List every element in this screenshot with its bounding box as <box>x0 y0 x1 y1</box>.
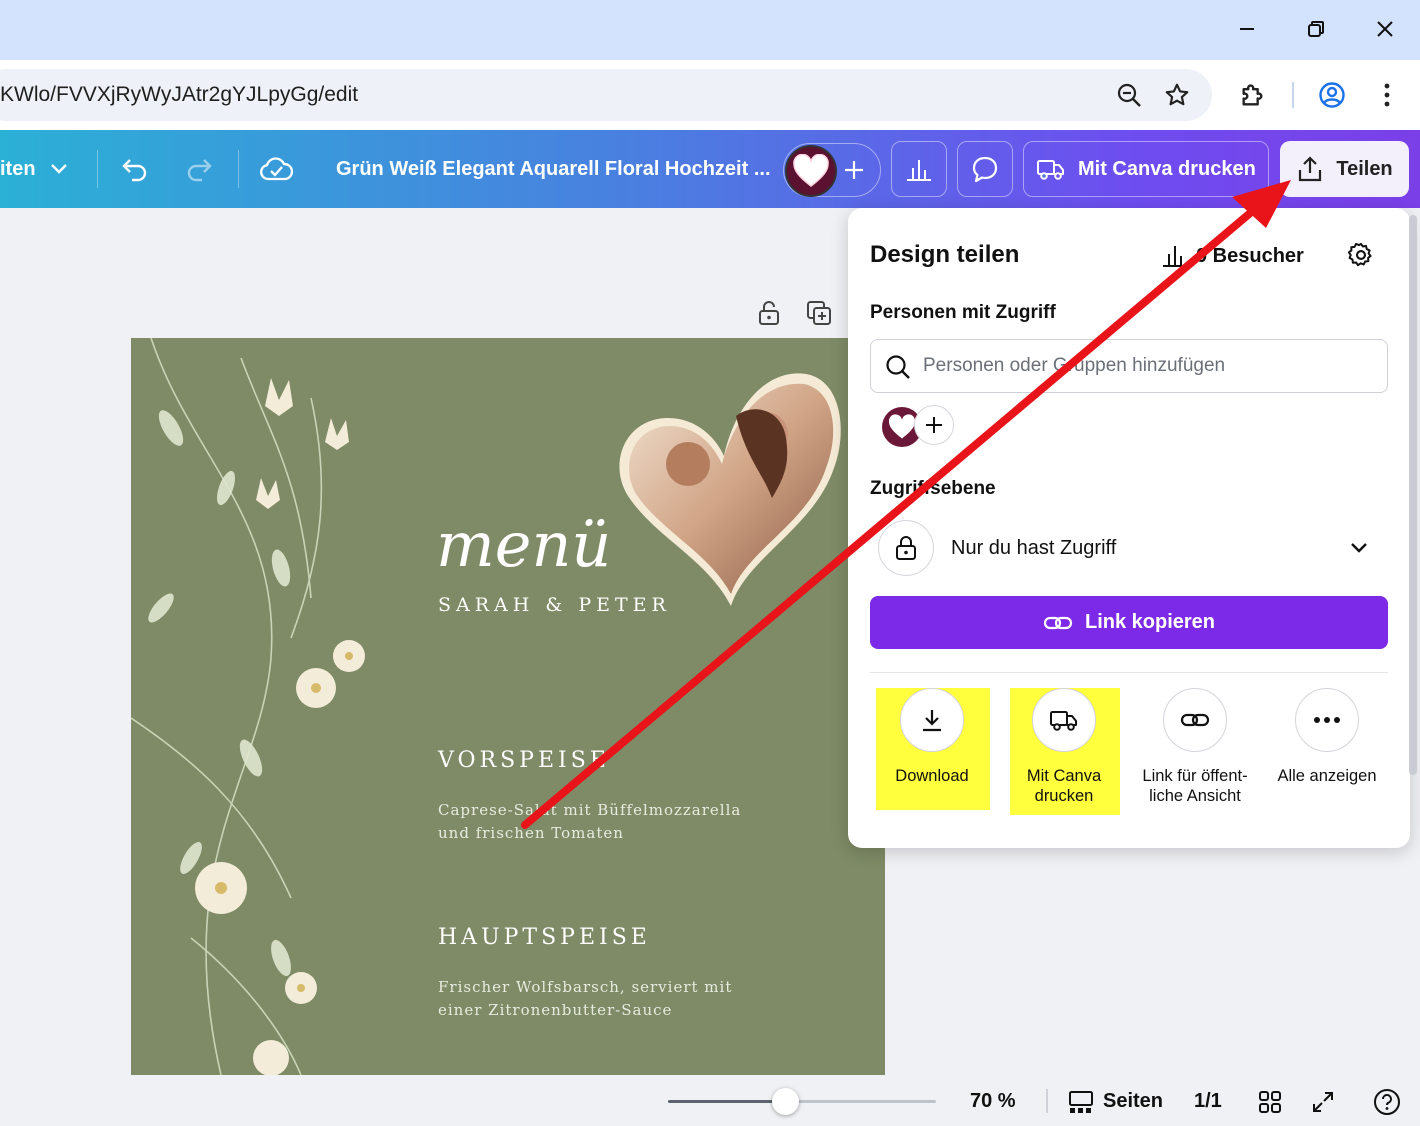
copy-link-button[interactable]: Link kopieren <box>870 596 1388 649</box>
pages-menu-label: iten <box>0 158 36 180</box>
floral-decoration-illustration <box>131 338 365 1075</box>
people-access-label: Personen mit Zugriff <box>870 302 1056 323</box>
divider <box>1046 1089 1048 1113</box>
toolbar-divider <box>1292 82 1294 108</box>
action-label: Link für öffent- liche Ansicht <box>1142 766 1247 806</box>
extensions-puzzle-icon[interactable] <box>1238 80 1268 110</box>
zoom-slider[interactable] <box>668 1100 936 1103</box>
action-label-line: drucken <box>1034 787 1094 805</box>
pages-button[interactable]: Seiten <box>1103 1076 1163 1126</box>
comments-button[interactable] <box>957 141 1013 197</box>
truck-icon <box>1032 688 1096 752</box>
share-panel: Design teilen 0 Besucher Personen mit Zu… <box>848 208 1410 848</box>
pages-view-icon[interactable] <box>1066 1088 1096 1116</box>
zoom-out-icon[interactable] <box>1114 80 1144 110</box>
action-label: Mit Canva drucken <box>1027 766 1101 806</box>
close-icon[interactable] <box>1368 12 1402 46</box>
visitors-button[interactable]: 0 Besucher <box>1162 244 1304 268</box>
access-value: Nur du hast Zugriff <box>951 537 1117 559</box>
bookmark-star-icon[interactable] <box>1162 80 1192 110</box>
bottom-bar: 70 % Seiten 1/1 <box>0 1076 1420 1126</box>
toolbar-divider <box>238 150 239 188</box>
menu-title[interactable]: menü <box>436 508 611 581</box>
search-icon <box>886 355 910 379</box>
show-all-action[interactable]: Alle anzeigen <box>1268 688 1386 786</box>
print-label: Mit Canva drucken <box>1078 157 1256 180</box>
divider <box>870 672 1388 673</box>
access-level-label: Zugriffsebene <box>870 478 996 499</box>
minimize-icon[interactable] <box>1230 12 1264 46</box>
comment-icon <box>972 156 998 183</box>
toolbar-divider <box>97 150 98 188</box>
zoom-slider-fill <box>668 1100 785 1103</box>
lock-icon <box>878 520 934 576</box>
bar-chart-icon <box>907 160 931 181</box>
chevron-down-icon[interactable] <box>48 157 70 181</box>
bar-chart-icon <box>1163 246 1187 267</box>
section-body-line: einer Zitronenbutter-Sauce <box>438 1001 673 1019</box>
action-label: Download <box>895 767 969 785</box>
zoom-slider-handle[interactable] <box>772 1088 799 1115</box>
access-level-dropdown[interactable]: Nur du hast Zugriff <box>878 520 1388 576</box>
pages-menu-button[interactable]: iten <box>0 130 36 208</box>
browser-menu-icon[interactable] <box>1372 80 1402 110</box>
redo-icon[interactable] <box>183 154 215 184</box>
action-label-line: liche Ansicht <box>1149 787 1241 805</box>
restore-icon[interactable] <box>1299 12 1333 46</box>
chevron-down-icon <box>1351 543 1367 553</box>
browser-address-row: KWlo/FVVXjRyWyJAtr2gYJLpyGg/edit <box>0 60 1420 130</box>
public-view-link-action[interactable]: Link für öffent- liche Ansicht <box>1130 688 1260 806</box>
download-icon <box>900 688 964 752</box>
link-icon <box>1163 688 1227 752</box>
design-canvas[interactable]: menü SARAH & PETER VORSPEISE Caprese-Sal… <box>131 338 885 1075</box>
grid-view-icon[interactable] <box>1256 1088 1284 1116</box>
share-upload-icon <box>1299 156 1322 182</box>
action-label-line: Mit Canva <box>1026 767 1102 785</box>
zoom-level[interactable]: 70 % <box>970 1076 1016 1126</box>
page-counter[interactable]: 1/1 <box>1194 1076 1222 1126</box>
section-body[interactable]: Frischer Wolfsbarsch, serviert mit einer… <box>438 976 768 1022</box>
share-panel-title: Design teilen <box>870 241 1020 268</box>
cloud-saved-icon[interactable] <box>259 154 293 184</box>
insights-button[interactable] <box>891 141 947 197</box>
visitors-label: 0 Besucher <box>1196 244 1304 267</box>
download-action[interactable]: Download <box>886 688 978 786</box>
address-bar[interactable]: KWlo/FVVXjRyWyJAtr2gYJLpyGg/edit <box>0 69 1212 121</box>
section-body-line: Frischer Wolfsbarsch, serviert mit <box>438 978 733 996</box>
truck-icon <box>1037 160 1064 180</box>
browser-titlebar <box>0 0 1420 60</box>
search-placeholder: Personen oder Gruppen hinzufügen <box>923 355 1226 376</box>
section-heading[interactable]: VORSPEISE <box>438 748 610 773</box>
people-search-input[interactable]: Personen oder Gruppen hinzufügen <box>870 339 1388 393</box>
editor-toolbar: iten Grün Weiß Elegant Aquarell Floral H… <box>0 130 1420 208</box>
copy-link-label: Link kopieren <box>1084 611 1216 633</box>
section-body-line: und frischen Tomaten <box>438 824 624 842</box>
undo-icon[interactable] <box>119 154 151 184</box>
fullscreen-icon[interactable] <box>1309 1088 1337 1116</box>
duplicate-page-icon[interactable] <box>806 300 832 326</box>
action-label: Alle anzeigen <box>1277 767 1377 785</box>
panel-scrollbar[interactable] <box>1409 215 1417 775</box>
profile-icon[interactable] <box>1317 80 1347 110</box>
print-action[interactable]: Mit Canva drucken <box>1014 688 1114 806</box>
help-icon[interactable] <box>1372 1087 1402 1117</box>
settings-gear-icon[interactable] <box>1346 240 1376 270</box>
add-person-icon[interactable] <box>914 405 954 445</box>
document-title[interactable]: Grün Weiß Elegant Aquarell Floral Hochze… <box>336 130 771 208</box>
lock-page-icon[interactable] <box>757 300 783 326</box>
share-button[interactable]: Teilen <box>1280 141 1409 197</box>
couple-photo-heart-frame <box>619 373 841 606</box>
couple-names[interactable]: SARAH & PETER <box>438 594 671 616</box>
section-heading[interactable]: HAUPTSPEISE <box>438 925 651 950</box>
link-icon <box>1043 616 1073 629</box>
section-body-line: Caprese-Salat mit Büffelmozzarella <box>438 801 742 819</box>
section-body[interactable]: Caprese-Salat mit Büffelmozzarella und f… <box>438 799 768 845</box>
url-text[interactable]: KWlo/FVVXjRyWyJAtr2gYJLpyGg/edit <box>0 69 358 121</box>
more-icon <box>1295 688 1359 752</box>
print-with-canva-button[interactable]: Mit Canva drucken <box>1023 141 1269 197</box>
share-label: Teilen <box>1336 157 1393 180</box>
add-collaborator-icon[interactable] <box>840 156 868 184</box>
action-label-line: Link für öffent- <box>1142 767 1248 785</box>
avatar[interactable] <box>785 145 837 197</box>
